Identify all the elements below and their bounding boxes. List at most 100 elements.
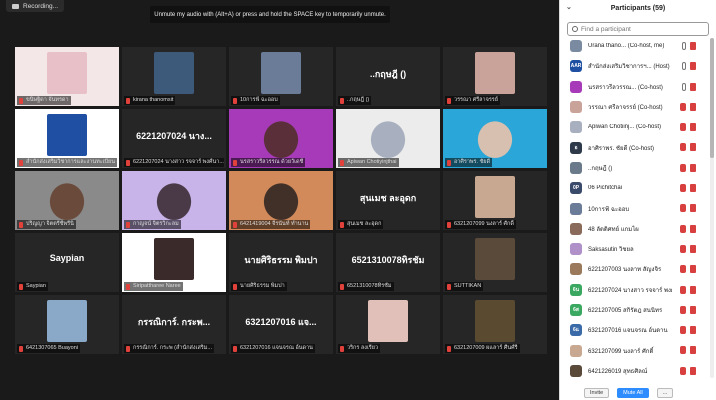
video-off-icon[interactable] bbox=[690, 285, 696, 294]
invite-button[interactable]: Invite bbox=[584, 388, 610, 398]
tile-name-label: 6421307065 Buayoni bbox=[17, 344, 80, 353]
video-off-icon[interactable] bbox=[690, 123, 696, 132]
participant-row[interactable]: 6321207099 นงลาร์ ศักดิ์ bbox=[560, 340, 710, 360]
muted-microphone-icon[interactable] bbox=[680, 265, 686, 274]
search-input[interactable] bbox=[581, 25, 701, 33]
tile-name-label: กรรณิการ์. กระพ (สำนักส่งเสริม... bbox=[124, 344, 214, 353]
video-tile[interactable]: 6421419004 จีรนันท์ ทำนาน bbox=[229, 171, 333, 230]
mute-all-button[interactable]: Mute All bbox=[617, 388, 649, 398]
video-off-icon[interactable] bbox=[690, 224, 696, 233]
participant-video bbox=[475, 52, 515, 94]
video-tile[interactable]: นรสราวรีลวรรณ ด้วยวัเดชี bbox=[229, 109, 333, 168]
chevron-down-icon[interactable]: ⌄ bbox=[566, 3, 572, 11]
avatar: อ bbox=[570, 141, 582, 154]
avatar bbox=[570, 80, 582, 93]
muted-microphone-icon[interactable] bbox=[680, 305, 686, 314]
tile-display-name: นายศิริธรรม พิมปา bbox=[244, 255, 318, 265]
video-tile[interactable]: นายศิริธรรม พิมปา นายศิริธรรม พิมปา bbox=[229, 233, 333, 292]
video-tile[interactable]: kirana thanomsit bbox=[122, 47, 226, 106]
participant-row[interactable]: ..กฤษฎี () bbox=[560, 158, 710, 178]
video-tile[interactable]: ปริญญา จิตตรีชีพรีนิ bbox=[15, 171, 119, 230]
video-off-icon[interactable] bbox=[690, 265, 696, 274]
participant-video bbox=[47, 52, 87, 94]
video-tile[interactable]: 6521310078ทิรชัม 6521310078ทิรชัม bbox=[336, 233, 440, 292]
muted-microphone-icon[interactable] bbox=[680, 326, 686, 335]
participant-name: 6221207024 นางสาว รจจาร์ พงศ์นา... bbox=[588, 287, 672, 294]
video-tile[interactable]: อาศิราพร. ชัยดี bbox=[443, 109, 547, 168]
participant-row[interactable]: Urana thano... (Co-host, me) bbox=[560, 36, 710, 56]
tile-name-label: Apiwan Chotiyinjthai bbox=[338, 158, 399, 167]
avatar bbox=[570, 263, 582, 276]
microphone-icon[interactable] bbox=[682, 62, 686, 71]
video-tile[interactable]: ขนิษฐิดา จันทรดา bbox=[15, 47, 119, 106]
muted-microphone-icon[interactable] bbox=[680, 204, 686, 213]
microphone-icon[interactable] bbox=[682, 82, 686, 91]
video-off-icon[interactable] bbox=[690, 346, 696, 355]
video-tile[interactable]: Apiwan Chotiyinjthai bbox=[336, 109, 440, 168]
video-tile[interactable]: 6321207099 นงลาร์ ศักดิ์ bbox=[443, 171, 547, 230]
tile-name-label: อาศิราพร. ชัยดี bbox=[445, 158, 493, 167]
participant-row[interactable]: 0P 06 Pichitchai bbox=[560, 178, 710, 198]
muted-microphone-icon[interactable] bbox=[680, 224, 686, 233]
participant-row[interactable]: 6421226019 สุทธศิลณ์ bbox=[560, 361, 710, 381]
participant-search[interactable] bbox=[567, 22, 709, 36]
scrollbar-thumb[interactable] bbox=[710, 38, 714, 158]
participant-row[interactable]: 6น 6221207024 นางสาว รจจาร์ พงศ์นา... bbox=[560, 280, 710, 300]
participant-row[interactable]: 6221207003 นงลาท สัญงจิร bbox=[560, 259, 710, 279]
video-off-icon[interactable] bbox=[690, 143, 696, 152]
video-tile[interactable]: กาญจน์ จิตรวิกะลม bbox=[122, 171, 226, 230]
participant-list-scrollbar[interactable] bbox=[710, 38, 714, 378]
video-tile[interactable]: Siripattharee Naree bbox=[122, 233, 226, 292]
muted-microphone-icon[interactable] bbox=[680, 285, 686, 294]
muted-microphone-icon[interactable] bbox=[680, 366, 686, 375]
muted-microphone-icon[interactable] bbox=[680, 143, 686, 152]
tile-name-label: SUTTIKAN bbox=[445, 282, 484, 291]
video-off-icon[interactable] bbox=[690, 326, 696, 335]
video-tile[interactable]: วรรณา ศรีลาจรรย์ bbox=[443, 47, 547, 106]
video-off-icon[interactable] bbox=[690, 163, 696, 172]
video-off-icon[interactable] bbox=[690, 204, 696, 213]
muted-microphone-icon[interactable] bbox=[680, 244, 686, 253]
video-tile[interactable]: 6421307065 Buayoni bbox=[15, 295, 119, 354]
tile-name-label: วรรณา ศรีลาจรรย์ bbox=[445, 96, 500, 105]
muted-microphone-icon[interactable] bbox=[680, 184, 686, 193]
video-off-icon[interactable] bbox=[690, 62, 696, 71]
video-off-icon[interactable] bbox=[690, 244, 696, 253]
video-tile[interactable]: 6321207016 แจ... 6321207016 แจนจรณ อ์นดาน bbox=[229, 295, 333, 354]
participant-row[interactable]: Saksasutin วิชยล bbox=[560, 239, 710, 259]
video-tile[interactable]: สุนเมช ละอุดก สุนเมช ละอุดก bbox=[336, 171, 440, 230]
muted-microphone-icon[interactable] bbox=[680, 346, 686, 355]
video-tile[interactable]: 10การฟ้ ฉะออบ bbox=[229, 47, 333, 106]
video-off-icon[interactable] bbox=[690, 366, 696, 375]
video-tile[interactable]: SUTTIKAN bbox=[443, 233, 547, 292]
muted-microphone-icon[interactable] bbox=[680, 163, 686, 172]
participant-row[interactable]: 10การฟ้ ฉะออบ bbox=[560, 198, 710, 218]
muted-microphone-icon[interactable] bbox=[680, 102, 686, 111]
video-tile[interactable]: สำนักส่งเสริมวิชาการและงานทะเบียน - ... bbox=[15, 109, 119, 168]
participant-row[interactable]: 6แ 6321207016 แจนจรณ อ์นดาน bbox=[560, 320, 710, 340]
video-tile[interactable]: วริกร ลงเรียว bbox=[336, 295, 440, 354]
video-off-icon[interactable] bbox=[690, 184, 696, 193]
participant-row[interactable]: นรสราวรีลวรรณ... (Co-host) bbox=[560, 77, 710, 97]
participant-row[interactable]: AAR สำนักส่งเสริมวิชาการฯ... (Host) bbox=[560, 56, 710, 76]
video-tile[interactable]: ..กฤษฎี () ..กฤษฎี () bbox=[336, 47, 440, 106]
video-off-icon[interactable] bbox=[690, 305, 696, 314]
participant-video bbox=[154, 238, 194, 280]
recording-indicator[interactable]: Recording... bbox=[6, 0, 65, 12]
participant-row[interactable]: 48 ลัดดิศทย์ แกมไผ bbox=[560, 219, 710, 239]
participant-row[interactable]: 6ส 6221207005 สกิรัตฎ สนนิทร bbox=[560, 300, 710, 320]
participant-row[interactable]: Apiwan Chotiinj... (Co-host) bbox=[560, 117, 710, 137]
participant-row[interactable]: อ อาศิราพร. ชัยดี (Co-host) bbox=[560, 137, 710, 157]
video-off-icon[interactable] bbox=[690, 102, 696, 111]
more-button[interactable]: ... bbox=[656, 388, 674, 398]
video-off-icon[interactable] bbox=[690, 82, 696, 91]
video-tile[interactable]: กรรณิการ์. กระพ... กรรณิการ์. กระพ (สำนัก… bbox=[122, 295, 226, 354]
video-tile[interactable]: Saypian Saypian bbox=[15, 233, 119, 292]
video-tile[interactable]: 6321207009 ผแลาร์ ศีนศ์รี bbox=[443, 295, 547, 354]
microphone-icon[interactable] bbox=[682, 42, 686, 50]
participant-row[interactable]: วรรณา ศรีลาจรรย์ (Co-host) bbox=[560, 97, 710, 117]
video-off-icon[interactable] bbox=[690, 42, 696, 50]
video-tile[interactable]: 6221207024 นาง... 6221207024 นางสาว รจจาร… bbox=[122, 109, 226, 168]
avatar bbox=[570, 161, 582, 174]
muted-microphone-icon[interactable] bbox=[680, 123, 686, 132]
